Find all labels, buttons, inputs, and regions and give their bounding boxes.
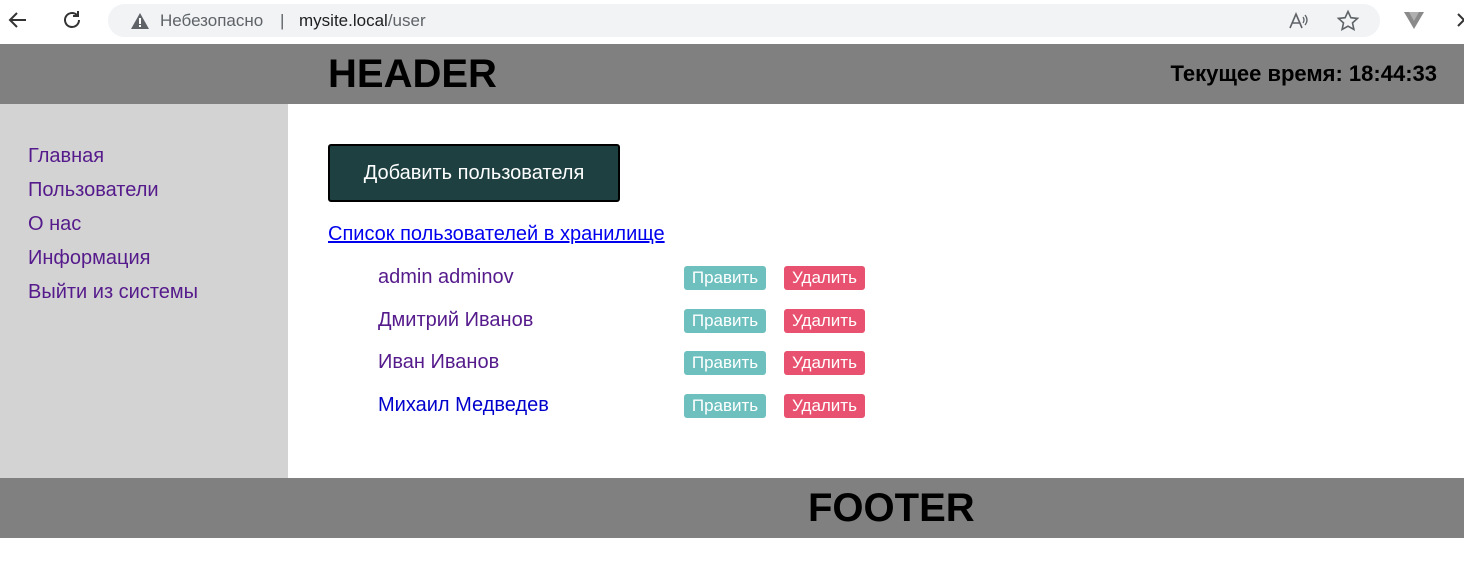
warning-icon[interactable] xyxy=(130,12,150,30)
url-text[interactable]: mysite.local/user xyxy=(299,11,426,31)
user-list: admin adminov Править Удалить Дмитрий Ив… xyxy=(378,264,878,434)
browser-toolbar: Небезопасно | mysite.local/user xyxy=(0,0,1464,44)
sidebar-item-logout: Выйти из системы xyxy=(28,280,198,314)
sidebar-link-logout[interactable]: Выйти из системы xyxy=(28,281,198,303)
sidebar-link-users[interactable]: Пользователи xyxy=(28,179,159,201)
address-separator: | xyxy=(280,11,285,30)
header-title: HEADER xyxy=(328,52,497,96)
current-time: Текущее время: 18:44:33 xyxy=(1170,61,1438,86)
user-row: Михаил Медведев Править Удалить xyxy=(378,392,878,435)
user-row: Дмитрий Иванов Править Удалить xyxy=(378,307,878,350)
edit-user-button[interactable]: Править xyxy=(684,351,766,375)
user-row: Иван Иванов Править Удалить xyxy=(378,349,878,392)
add-user-button[interactable]: Добавить пользователя xyxy=(328,144,620,202)
edit-user-button[interactable]: Править xyxy=(684,266,766,290)
extension-icon[interactable] xyxy=(1402,10,1426,30)
sidebar-item-about: О нас xyxy=(28,212,198,246)
security-label[interactable]: Небезопасно xyxy=(160,11,263,31)
delete-user-button[interactable]: Удалить xyxy=(784,393,865,418)
edit-user-button[interactable]: Править xyxy=(684,308,766,333)
address-bar[interactable]: Небезопасно | mysite.local/user xyxy=(108,4,1380,37)
sidebar-link-about[interactable]: О нас xyxy=(28,213,81,235)
user-list-title[interactable]: Список пользователей в хранилище xyxy=(328,223,665,246)
user-name-link[interactable]: Дмитрий Иванов xyxy=(378,309,533,332)
url-path: /user xyxy=(387,11,426,30)
site-header: HEADER Текущее время: 18:44:33 xyxy=(0,44,1464,104)
sidebar-item-users: Пользователи xyxy=(28,178,198,212)
sidebar-menu: Главная Пользователи О нас Информация Вы… xyxy=(28,144,198,314)
delete-user-button[interactable]: Удалить xyxy=(784,351,865,375)
favorite-star-icon[interactable] xyxy=(1336,9,1360,33)
delete-user-button[interactable]: Удалить xyxy=(784,266,865,290)
main-content: Добавить пользователя Список пользовател… xyxy=(288,104,1464,478)
reload-icon[interactable] xyxy=(58,6,86,34)
sidebar: Главная Пользователи О нас Информация Вы… xyxy=(0,104,288,478)
user-name-link[interactable]: Иван Иванов xyxy=(378,351,499,374)
delete-user-button[interactable]: Удалить xyxy=(784,308,865,333)
sidebar-item-home: Главная xyxy=(28,144,198,178)
url-host: mysite.local xyxy=(299,11,388,30)
back-icon[interactable] xyxy=(4,6,32,34)
footer-title: FOOTER xyxy=(808,486,975,530)
sidebar-item-info: Информация xyxy=(28,246,198,280)
sidebar-link-info[interactable]: Информация xyxy=(28,247,150,269)
user-row: admin adminov Править Удалить xyxy=(378,264,878,307)
user-name-link[interactable]: admin adminov xyxy=(378,266,514,289)
read-aloud-icon[interactable] xyxy=(1287,10,1309,32)
edit-user-button[interactable]: Править xyxy=(684,393,766,418)
more-menu-icon[interactable] xyxy=(1454,10,1464,30)
user-name-link[interactable]: Михаил Медведев xyxy=(378,394,549,417)
sidebar-link-home[interactable]: Главная xyxy=(28,145,104,167)
site-footer: FOOTER xyxy=(0,478,1464,538)
